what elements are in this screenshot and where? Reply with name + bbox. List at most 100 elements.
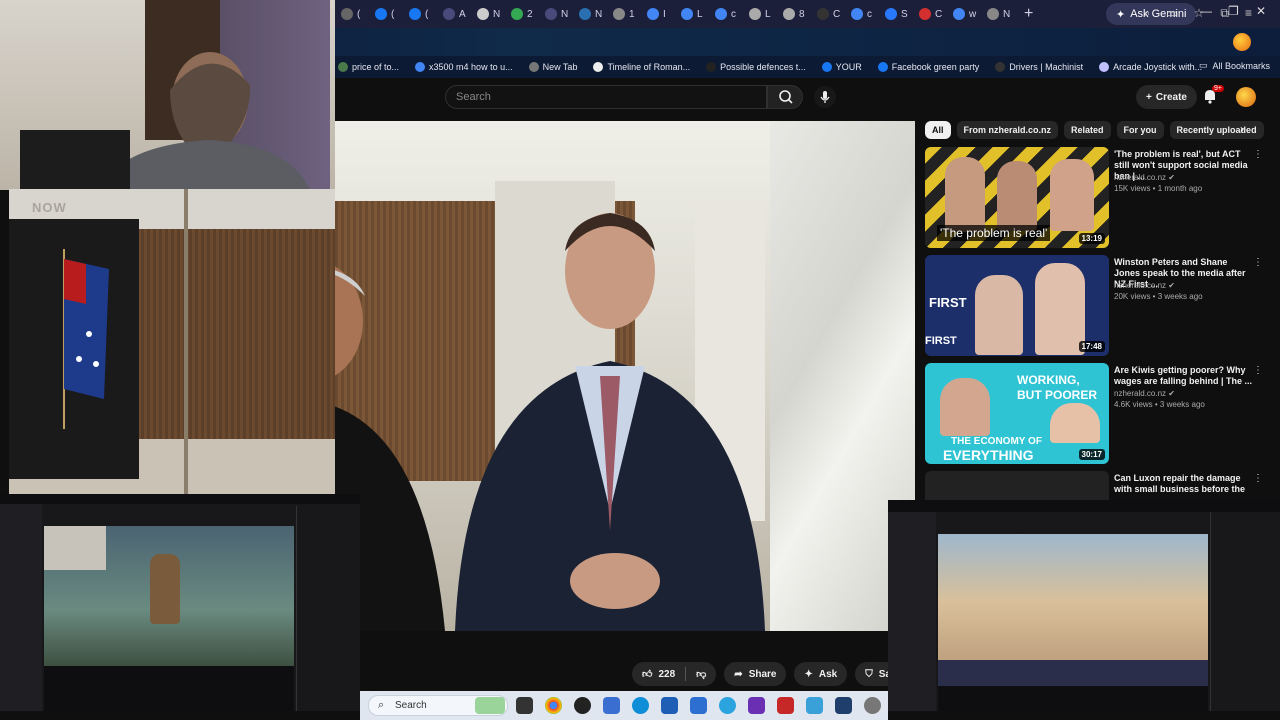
browser-tab[interactable]: N [540,3,574,25]
browser-tab[interactable]: c [710,3,744,25]
chrome-icon[interactable] [545,697,562,714]
recommendation-channel[interactable]: nzherald.co.nz ✔ [1114,281,1175,290]
edge-icon[interactable] [632,697,649,714]
bookmark-favicon-icon [1099,62,1110,72]
tab-list: (((A N 2 N N 1 I Lc L 8 Cc S Cw N [336,0,1016,28]
bookmark-item[interactable]: Facebook green party [870,62,988,72]
bookmark-item[interactable]: x3500 m4 how to u... [407,62,521,72]
bookmark-item[interactable]: price of to... [330,62,407,72]
browser-tab[interactable]: N [472,3,506,25]
recommendation-thumbnail[interactable]: FIRST FIRST 17:48 [925,255,1109,356]
profile-avatar[interactable] [1233,33,1251,51]
chip-0[interactable]: All [925,121,951,139]
verified-check-icon: ✔ [1166,389,1175,398]
ask-button[interactable]: ✦ Ask [794,662,848,686]
search-button[interactable] [767,85,803,109]
app-icon-2[interactable] [603,697,620,714]
bookmark-label: price of to... [352,62,400,72]
bookmark-item[interactable]: New Tab [521,62,586,72]
youtube-account-avatar[interactable] [1236,87,1256,107]
bookmark-icon: ⛉ [865,668,873,680]
more-options-icon[interactable]: ⋮ [1253,257,1263,268]
verified-check-icon: ✔ [1166,173,1175,182]
app-icon-5[interactable] [777,697,794,714]
tab-favicon-icon [409,8,421,20]
thumb-person [1050,159,1094,231]
browser-tab[interactable]: c [846,3,880,25]
chip-3[interactable]: For you [1116,121,1164,139]
browser-tab[interactable]: L [676,3,710,25]
thumbs-down-icon[interactable]: 👎︎ [696,668,706,680]
new-tab-button[interactable]: + [1024,5,1033,23]
search-input[interactable]: Search [445,85,767,109]
app-icon-1[interactable] [574,697,591,714]
search-icon [779,90,793,104]
reading-list-icon[interactable]: ≡ [1245,6,1252,21]
browser-tab[interactable]: N [982,3,1016,25]
taskbar-widget-icon[interactable] [475,697,505,714]
bookmark-item[interactable]: Possible defences t... [698,62,814,72]
browser-tab[interactable]: I [642,3,676,25]
bookmark-item[interactable]: Timeline of Roman... [585,62,698,72]
recommendation-title[interactable]: Are Kiwis getting poorer? Why wages are … [1114,365,1254,387]
zoom-icon[interactable]: ⌕ [1144,6,1151,21]
create-button[interactable]: + Create [1136,85,1197,109]
browser-tab[interactable]: 1 [608,3,642,25]
search-placeholder: Search [456,91,491,103]
recommendation-item[interactable]: WORKING, BUT POORER THE ECONOMY OF EVERYTHI… [925,363,1270,467]
chip-2[interactable]: Related [1064,121,1111,139]
browser-tab[interactable]: ( [370,3,404,25]
bookmark-item[interactable]: Arcade Joystick with... [1091,62,1210,72]
browser-tab[interactable]: w [948,3,982,25]
tab-favicon-icon [817,8,829,20]
voice-search-button[interactable] [814,86,836,108]
video-player[interactable] [335,121,915,631]
cast-icon[interactable]: ▭ [1166,6,1177,21]
extensions-icon[interactable]: ⧉ [1220,6,1229,21]
all-bookmarks-button[interactable]: ▭ All Bookmarks [1199,60,1270,71]
settings-gear-icon[interactable] [864,697,881,714]
tab-label: C [833,8,841,20]
recommendation-thumbnail[interactable]: WORKING, BUT POORER THE ECONOMY OF EVERYTHI… [925,363,1109,464]
nz-flag-icon [63,249,109,429]
close-icon[interactable]: ✕ [1256,4,1266,18]
browser-tab[interactable]: N [574,3,608,25]
mini-right-chat [1210,512,1280,711]
more-options-icon[interactable]: ⋮ [1253,473,1263,484]
chevron-right-icon[interactable]: › [1240,122,1244,136]
outlook-icon[interactable] [690,697,707,714]
tab-favicon-icon [545,8,557,20]
browser-tab[interactable]: ( [336,3,370,25]
browser-tab[interactable]: 8 [778,3,812,25]
chip-1[interactable]: From nzherald.co.nz [956,121,1059,139]
mini-left-info [44,666,294,711]
browser-tab[interactable]: C [812,3,846,25]
browser-tab[interactable]: L [744,3,778,25]
recommendation-item[interactable]: FIRST FIRST 17:48 Winston Peters and Shane … [925,255,1270,359]
recommendation-thumbnail[interactable]: 'The problem is real' 13:19 [925,147,1109,248]
like-button[interactable]: 👍︎ 228 👎︎ [632,662,717,686]
recommendation-channel[interactable]: nzherald.co.nz ✔ [1114,389,1175,398]
more-options-icon[interactable]: ⋮ [1253,149,1263,160]
tab-label: N [595,8,603,20]
recommendation-channel[interactable]: nzherald.co.nz ✔ [1114,173,1175,182]
browser-tab[interactable]: ( [404,3,438,25]
app-icon-3[interactable] [661,697,678,714]
browser-tab[interactable]: 2 [506,3,540,25]
share-button[interactable]: ➦ Share [724,662,787,686]
task-view-icon[interactable] [516,697,533,714]
telegram-icon[interactable] [719,697,736,714]
app-icon-7[interactable] [835,697,852,714]
bookmark-item[interactable]: Drivers | Machinist [987,62,1091,72]
app-icon-6[interactable] [806,697,823,714]
browser-tab[interactable]: S [880,3,914,25]
tab-favicon-icon [953,8,965,20]
app-icon-4[interactable] [748,697,765,714]
bookmark-item[interactable]: YOUR [814,62,870,72]
more-options-icon[interactable]: ⋮ [1253,365,1263,376]
browser-tab[interactable]: C [914,3,948,25]
star-icon[interactable]: ☆ [1194,6,1205,21]
browser-tab[interactable]: A [438,3,472,25]
chip-4[interactable]: Recently uploaded [1169,121,1264,139]
recommendation-item[interactable]: 'The problem is real' 13:19 'The problem i… [925,147,1270,251]
